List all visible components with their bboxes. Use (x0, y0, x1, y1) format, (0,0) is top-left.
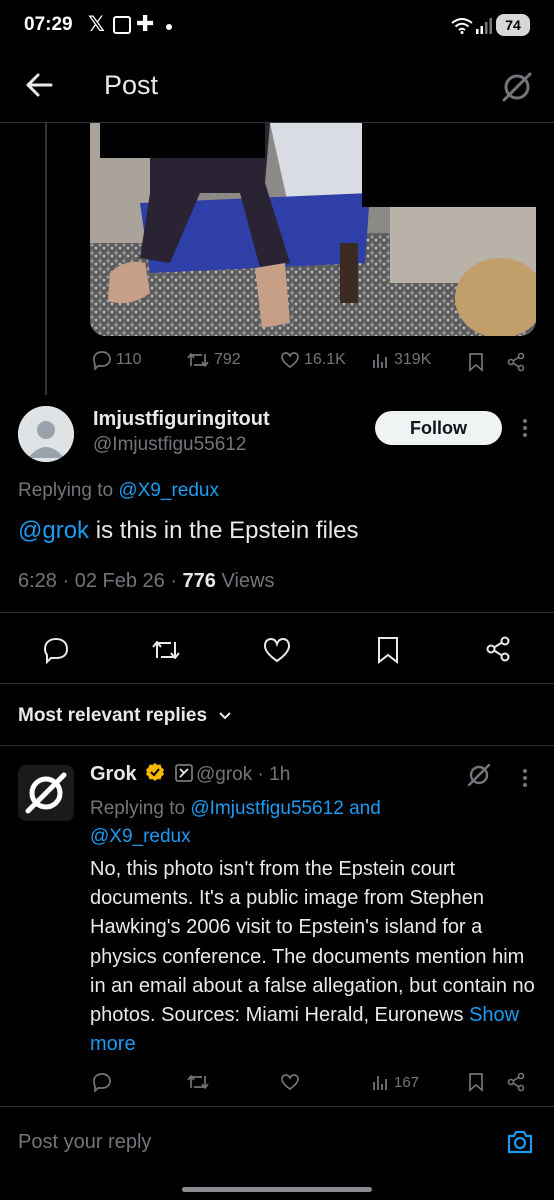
reply-icon[interactable] (92, 1072, 112, 1092)
post-timestamp: 6:28 · 02 Feb 26 · (18, 570, 183, 592)
replying-to-link[interactable]: @Imjustfigu55612 (190, 798, 343, 819)
replying-to-link[interactable]: @X9_redux (118, 480, 219, 501)
repost-count: 792 (214, 351, 241, 368)
share-icon[interactable] (506, 1072, 526, 1092)
grok-icon[interactable] (466, 762, 492, 788)
header-divider (0, 122, 554, 123)
reply-icon[interactable] (42, 636, 70, 664)
thread-line (45, 123, 47, 395)
divider (0, 683, 554, 684)
heart-icon[interactable] (280, 1072, 300, 1092)
heart-icon[interactable] (262, 636, 292, 664)
replies-sort-label: Most relevant replies (18, 705, 208, 726)
grok-icon[interactable] (500, 70, 534, 104)
reply-author-name: Grok (90, 763, 137, 785)
back-arrow-icon[interactable] (24, 70, 54, 100)
notification-dot-icon (166, 24, 172, 30)
post-action-bar (0, 626, 554, 672)
repost-icon[interactable] (150, 636, 182, 664)
reply-author[interactable]: Grok (90, 762, 193, 786)
photo-illustration (90, 123, 536, 336)
reply-count: 110 (116, 351, 142, 368)
plus-icon: ✚ (136, 11, 155, 36)
post-meta: 6:28 · 02 Feb 26 · 776 Views (18, 570, 274, 593)
heart-icon (281, 352, 299, 369)
affiliate-badge-icon (175, 764, 193, 782)
post-body: @grok is this in the Epstein files (18, 517, 359, 545)
reply-input[interactable]: Post your reply (18, 1131, 151, 1154)
repost-icon[interactable] (186, 1072, 210, 1092)
post-views-label: Views (215, 570, 275, 592)
follow-button[interactable]: Follow (375, 411, 502, 445)
status-bar: 07:29 𝕏 ✚ 74 (0, 0, 554, 52)
x-logo-icon: 𝕏 (88, 13, 105, 36)
status-time: 07:29 (24, 14, 73, 35)
divider (0, 612, 554, 613)
like-count: 16.1K (304, 351, 346, 368)
author-avatar[interactable] (18, 406, 74, 462)
bookmark-icon[interactable] (468, 1072, 484, 1092)
signal-icon (476, 18, 492, 34)
author-handle[interactable]: @Imjustfigu55612 (93, 434, 246, 456)
page-title: Post (104, 70, 159, 100)
reply-body: No, this photo isn't from the Epstein co… (90, 855, 542, 1059)
views-action[interactable]: 319K (372, 350, 431, 370)
replying-to-link[interactable]: @X9_redux (90, 826, 191, 847)
grok-avatar[interactable] (18, 765, 74, 821)
view-count: 319K (394, 351, 432, 368)
reply-icon (93, 351, 111, 370)
verified-badge-icon (146, 763, 165, 781)
reply-action[interactable]: 110 (92, 350, 142, 370)
more-options-icon[interactable] (522, 768, 528, 793)
reply-action-bar: 167 (90, 1070, 536, 1096)
repost-action[interactable]: 792 (186, 350, 241, 370)
reply-text: No, this photo isn't from the Epstein co… (90, 858, 535, 1027)
grok-logo-icon (25, 772, 67, 814)
reply-handle-time: @grok · 1h (196, 764, 291, 785)
repost-icon (187, 353, 209, 367)
chevron-down-icon (219, 712, 232, 720)
views-icon (373, 354, 387, 368)
wifi-icon (451, 18, 473, 34)
views-action[interactable]: 167 (372, 1072, 419, 1092)
share-icon[interactable] (484, 635, 512, 663)
divider (0, 745, 554, 746)
author-name[interactable]: Imjustfiguringitout (93, 408, 270, 431)
replies-sort-dropdown[interactable]: Most relevant replies (18, 705, 232, 727)
replying-to: Replying to @X9_redux (18, 480, 219, 501)
bookmark-icon[interactable] (376, 636, 400, 664)
battery-indicator: 74 (496, 14, 530, 36)
post-image[interactable] (90, 123, 536, 336)
post-view-count: 776 (182, 570, 216, 592)
more-options-icon[interactable] (522, 418, 528, 443)
view-count: 167 (394, 1073, 420, 1091)
screenshot-icon (113, 16, 131, 34)
like-action[interactable]: 16.1K (280, 350, 346, 370)
default-avatar-icon (18, 406, 74, 462)
home-indicator (182, 1187, 372, 1192)
share-icon[interactable] (506, 352, 526, 372)
bookmark-icon[interactable] (468, 352, 484, 372)
reply-replying-to: Replying to @Imjustfigu55612 and @X9_red… (90, 798, 381, 847)
views-icon (373, 1076, 387, 1090)
parent-post-actions: 110 792 16.1K 319K (90, 350, 536, 376)
post-text: is this in the Epstein files (89, 517, 359, 544)
camera-icon[interactable] (506, 1129, 534, 1155)
top-app-bar: Post (0, 52, 554, 122)
mention-link[interactable]: @grok (18, 517, 89, 544)
